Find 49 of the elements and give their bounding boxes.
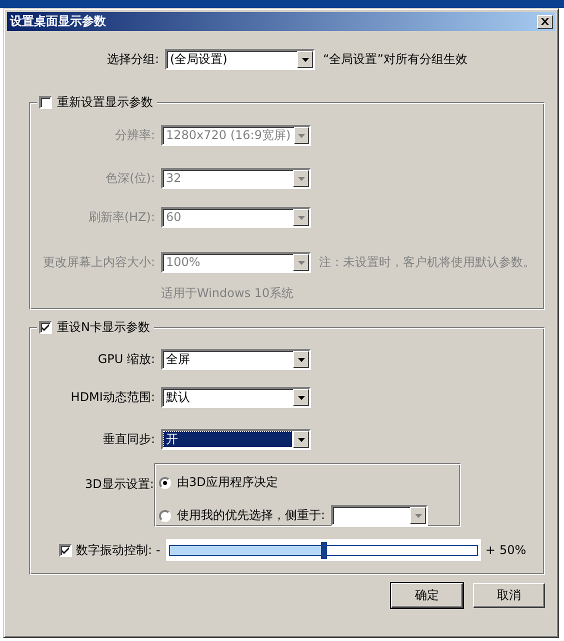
window-title: 设置桌面显示参数 [10,13,106,30]
field-label: 数字振动控制: [76,542,152,558]
hint-text: “全局设置”对所有分组生效 [323,51,468,68]
option-label[interactable]: 使用我的优先选择，侧重于: [177,507,326,524]
dropdown-arrow-icon [414,514,422,518]
dialog-button[interactable]: 确定 [391,583,463,608]
field-label: GPU 缩放: [96,351,155,368]
dropdown[interactable]: 开 [161,429,311,450]
dropdown[interactable]: (全局设置) [165,49,315,70]
checkbox[interactable] [39,96,52,109]
hint-text: 注：未设置时，客户机将使用默认参数。 [319,254,535,271]
field-label: 色深(位): [104,170,155,187]
slider-thumb[interactable] [320,542,327,558]
dropdown[interactable] [331,505,428,526]
radio-button[interactable] [159,476,171,488]
checkbox[interactable] [39,321,52,334]
radio-button[interactable] [159,510,171,522]
dropdown-arrow-icon [298,438,304,442]
dropdown[interactable]: 全屏 [161,349,311,370]
dropdown-arrow-icon [302,58,308,62]
dialog-button[interactable]: 取消 [473,583,545,608]
field-label: 3D显示设置: [85,476,154,493]
field-label: HDMI动态范围: [70,389,155,406]
check-icon [62,546,69,554]
close-button[interactable] [537,14,553,28]
dropdown-arrow-icon [298,358,304,362]
dropdown[interactable]: 100% [161,252,311,273]
dropdown-arrow-icon [298,260,304,264]
dropdown[interactable]: 默认 [161,387,311,408]
checkbox[interactable] [59,544,72,556]
close-icon [541,18,549,25]
option-label[interactable]: 由3D应用程序决定 [177,474,278,491]
dropdown[interactable]: 32 [161,168,311,189]
field-label: 更改屏幕上内容大小: [42,254,155,271]
hint-text: 适用于Windows 10系统 [161,285,295,302]
dropdown-arrow-icon [298,176,304,180]
dropdown-arrow-icon [298,216,304,220]
plus-label: + [485,543,496,557]
dropdown[interactable]: 1280x720 (16:9宽屏) [161,125,311,146]
field-label: 分辨率: [114,127,155,144]
minus-label: - [156,543,160,557]
dropdown-arrow-icon [298,134,305,138]
check-icon [42,324,49,331]
dropdown[interactable]: 60 [161,207,311,228]
field-label: 垂直同步: [102,431,155,448]
slider-value: 50% [499,543,526,557]
field-label: 刷新率(HZ): [87,209,155,226]
dropdown-arrow-icon [298,396,304,400]
field-label: 选择分组: [106,51,159,68]
